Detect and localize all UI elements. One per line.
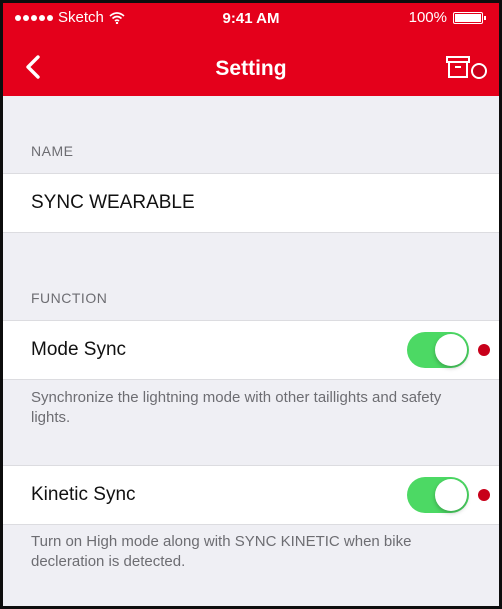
section-header-name: NAME <box>31 143 74 159</box>
annotation-dot <box>478 489 490 501</box>
setting-description: Synchronize the lightning mode with othe… <box>31 389 442 426</box>
setting-label: Mode Sync <box>31 339 127 360</box>
kinetic-sync-toggle[interactable] <box>407 477 469 513</box>
page-title: Setting <box>215 57 287 80</box>
setting-row-mode-sync: Mode Sync <box>3 320 499 380</box>
toggle-knob <box>435 479 467 511</box>
setting-label: Kinetic Sync <box>31 484 136 505</box>
header: Sketch 9:41 AM 100% Setting <box>3 3 499 96</box>
mode-sync-toggle[interactable] <box>407 332 469 368</box>
battery-percent: 100% <box>408 9 447 26</box>
annotation-dot <box>471 63 487 79</box>
toggle-knob <box>435 334 467 366</box>
nav-bar: Setting <box>3 45 499 89</box>
app-screen: Sketch 9:41 AM 100% Setting NAME SYNC WE… <box>0 0 502 609</box>
status-bar: Sketch 9:41 AM 100% <box>3 3 499 33</box>
name-cell[interactable]: SYNC WEARABLE <box>3 173 499 233</box>
setting-row-kinetic-sync: Kinetic Sync <box>3 465 499 525</box>
battery-group: 100% <box>408 9 486 26</box>
device-name-value: SYNC WEARABLE <box>31 192 195 213</box>
battery-icon <box>453 11 486 24</box>
annotation-dot <box>478 344 490 356</box>
setting-description: Turn on High mode along with SYNC KINETI… <box>31 533 412 570</box>
section-header-function: FUNCTION <box>31 290 108 306</box>
